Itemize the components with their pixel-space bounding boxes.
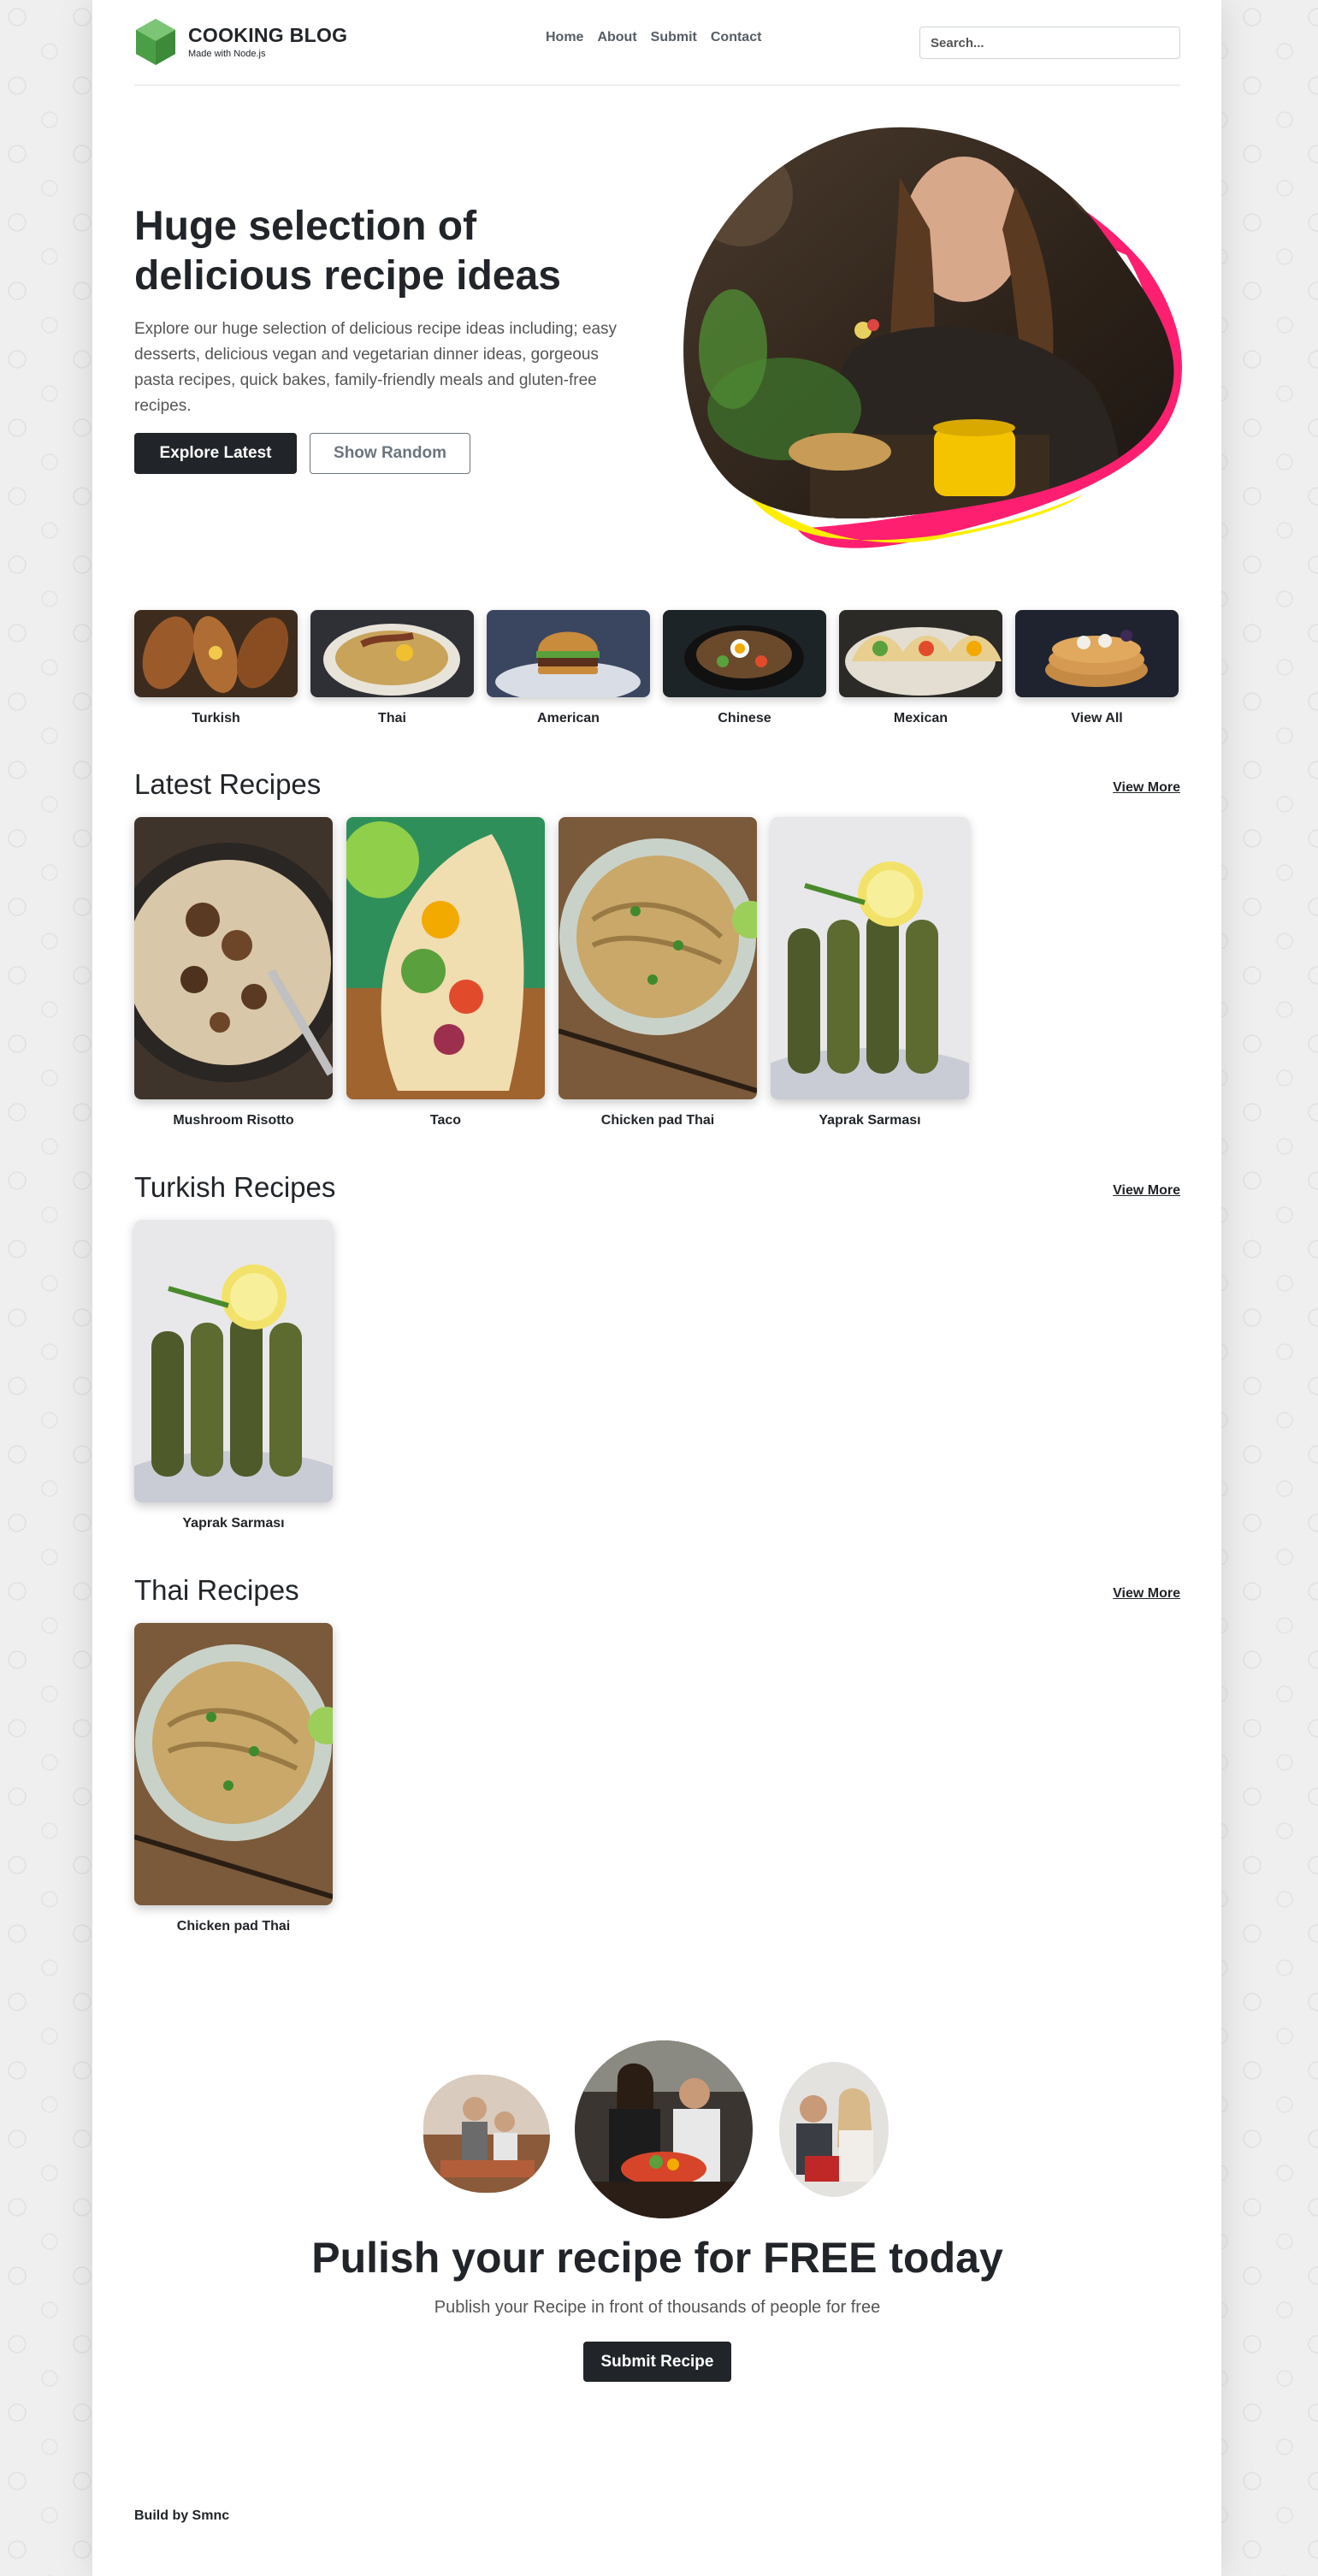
footer-text: Build by Smnc bbox=[134, 2508, 230, 2523]
cta-photo-left bbox=[423, 2075, 550, 2193]
recipe-image bbox=[559, 817, 757, 1099]
thai-title: Thai Recipes bbox=[134, 1574, 299, 1606]
recipe-label: Chicken pad Thai bbox=[176, 1919, 291, 1933]
recipe-card[interactable]: Chicken pad Thai bbox=[134, 1623, 333, 1934]
recipe-label: Taco bbox=[429, 1113, 462, 1128]
recipe-label: Mushroom Risotto bbox=[173, 1113, 294, 1128]
category-label: American bbox=[537, 711, 600, 725]
thai-view-more-link[interactable]: View More bbox=[1113, 1586, 1180, 1602]
category-image bbox=[487, 610, 650, 697]
recipe-card[interactable]: Taco bbox=[346, 817, 545, 1128]
hero-title: Huge selection of delicious recipe ideas bbox=[134, 204, 561, 299]
recipe-image bbox=[346, 817, 545, 1099]
recipe-image bbox=[134, 1220, 333, 1502]
recipe-card[interactable]: Yaprak Sarması bbox=[134, 1220, 333, 1531]
recipe-card[interactable]: Chicken pad Thai bbox=[559, 817, 757, 1128]
turkish-title: Turkish Recipes bbox=[134, 1171, 336, 1203]
category-image bbox=[839, 610, 1002, 697]
show-random-button[interactable]: Show Random bbox=[310, 433, 470, 474]
category-view-all[interactable]: View All bbox=[1015, 610, 1179, 726]
category-label: Turkish bbox=[192, 711, 240, 725]
cta-photo-center bbox=[575, 2040, 753, 2218]
category-turkish[interactable]: Turkish bbox=[134, 610, 298, 726]
category-image bbox=[663, 610, 826, 697]
recipe-image bbox=[771, 817, 969, 1099]
recipe-label: Yaprak Sarması bbox=[819, 1113, 921, 1128]
cta-subtitle: Publish your Recipe in front of thousand… bbox=[434, 2298, 881, 2317]
hero-section: Huge selection of delicious recipe ideas… bbox=[134, 0, 1182, 599]
cta-photo-right bbox=[779, 2062, 889, 2197]
cta-title: Pulish your recipe for FREE today bbox=[311, 2234, 1003, 2282]
hero-text: Explore our huge selection of delicious … bbox=[134, 320, 618, 415]
recipe-label: Chicken pad Thai bbox=[600, 1113, 715, 1128]
latest-title: Latest Recipes bbox=[134, 768, 322, 800]
recipe-card[interactable]: Mushroom Risotto bbox=[134, 817, 333, 1128]
recipe-image bbox=[134, 1623, 333, 1905]
category-image bbox=[1015, 610, 1179, 697]
latest-view-more-link[interactable]: View More bbox=[1113, 780, 1180, 796]
category-image bbox=[134, 610, 298, 697]
category-chinese[interactable]: Chinese bbox=[663, 610, 826, 726]
category-mexican[interactable]: Mexican bbox=[839, 610, 1002, 726]
category-american[interactable]: American bbox=[487, 610, 650, 726]
recipe-label: Yaprak Sarması bbox=[182, 1516, 285, 1531]
recipe-card[interactable]: Yaprak Sarması bbox=[771, 817, 969, 1128]
hero-image bbox=[682, 127, 1186, 550]
explore-latest-button[interactable]: Explore Latest bbox=[134, 433, 297, 474]
submit-recipe-button[interactable]: Submit Recipe bbox=[583, 2342, 731, 2382]
category-label: Mexican bbox=[893, 711, 949, 725]
category-label: Thai bbox=[378, 711, 406, 725]
category-label: Chinese bbox=[718, 711, 771, 725]
turkish-view-more-link[interactable]: View More bbox=[1113, 1183, 1180, 1199]
page: COOKING BLOG Made with Node.js Home Abou… bbox=[92, 0, 1221, 2576]
category-thai[interactable]: Thai bbox=[310, 610, 474, 726]
category-label: View All bbox=[1071, 711, 1123, 725]
recipe-image bbox=[134, 817, 333, 1099]
category-image bbox=[310, 610, 474, 697]
